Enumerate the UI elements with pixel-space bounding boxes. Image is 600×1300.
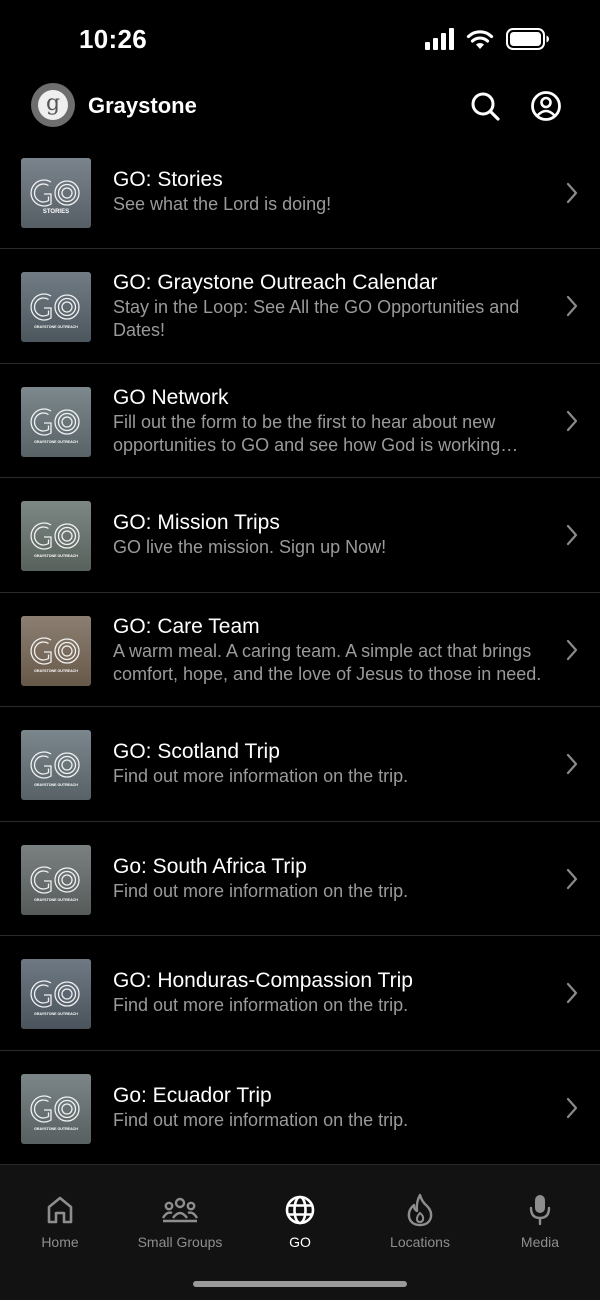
- battery-icon: [506, 28, 549, 50]
- logo-letter: g: [38, 90, 68, 120]
- search-button[interactable]: [469, 90, 501, 122]
- tab-label: Media: [520, 1234, 560, 1250]
- list-item[interactable]: GRAYSTONE OUTREACH Go: South Africa Trip F…: [0, 822, 600, 936]
- item-title: Go: South Africa Trip: [113, 854, 307, 878]
- chevron-right-icon: [566, 410, 578, 431]
- search-icon: [471, 92, 500, 121]
- cellular-signal-icon: [425, 28, 454, 50]
- thumb-caption: GRAYSTONE OUTREACH: [34, 898, 78, 902]
- item-thumbnail: GRAYSTONE OUTREACH: [21, 730, 91, 800]
- item-thumbnail: GRAYSTONE OUTREACH: [21, 615, 91, 686]
- item-title: GO: Stories: [113, 168, 223, 191]
- profile-button[interactable]: [530, 90, 562, 122]
- item-subtitle: Fill out the form to be the first to hea…: [113, 411, 501, 455]
- tab-small-groups[interactable]: Small Groups: [120, 1193, 240, 1250]
- item-thumbnail: GRAYSTONE OUTREACH: [21, 844, 91, 915]
- item-thumbnail: GRAYSTONE OUTREACH: [21, 386, 91, 457]
- thumb-caption: GRAYSTONE OUTREACH: [34, 440, 78, 444]
- chevron-right-icon: [566, 182, 578, 203]
- item-subtitle: See what the Lord is doing!: [113, 194, 332, 214]
- home-indicator: [193, 1281, 407, 1287]
- item-title: Go: Ecuador Trip: [113, 1083, 272, 1107]
- item-subtitle: Stay in the Loop: See All the GO Opportu…: [113, 297, 520, 340]
- chevron-right-icon: [566, 525, 578, 546]
- item-subtitle: Find out more information on the trip.: [113, 1109, 409, 1130]
- flame-icon: [407, 1193, 433, 1227]
- go-list: STORIES GO: Stories See what the Lord is d…: [0, 136, 600, 1165]
- item-text: GO Network Fill out the form to be the fi…: [113, 385, 542, 457]
- item-title: GO: Honduras-Compassion Trip: [113, 969, 413, 992]
- item-text: GO: Mission Trips GO live the mission. Si…: [113, 510, 542, 559]
- chevron-right-icon: [566, 983, 578, 1004]
- item-thumbnail: GRAYSTONE OUTREACH: [21, 501, 91, 571]
- item-thumbnail: GRAYSTONE OUTREACH: [21, 272, 91, 342]
- group-icon: [161, 1197, 199, 1223]
- wifi-icon: [466, 30, 494, 49]
- thumb-caption: GRAYSTONE OUTREACH: [34, 325, 78, 329]
- chevron-right-icon: [566, 1097, 578, 1118]
- profile-icon: [531, 91, 561, 121]
- globe-icon: [285, 1195, 315, 1225]
- item-title: GO Network: [113, 385, 229, 409]
- tab-home[interactable]: Home: [0, 1193, 120, 1250]
- item-text: GO: Scotland Trip Find out more informati…: [113, 739, 542, 788]
- app-title: Graystone: [88, 93, 197, 118]
- item-subtitle: GO live the mission. Sign up Now!: [113, 537, 387, 557]
- microphone-icon: [529, 1195, 551, 1226]
- tab-label: Small Groups: [137, 1234, 223, 1250]
- item-subtitle: Find out more information on the trip.: [113, 766, 409, 786]
- list-item[interactable]: GRAYSTONE OUTREACH GO Network Fill out the…: [0, 364, 600, 478]
- tab-media[interactable]: Media: [480, 1193, 600, 1250]
- item-text: GO: Graystone Outreach Calendar Stay in t…: [113, 270, 542, 342]
- item-thumbnail: STORIES: [21, 158, 91, 228]
- item-text: Go: South Africa Trip Find out more infor…: [113, 854, 542, 903]
- item-thumbnail: GRAYSTONE OUTREACH: [21, 959, 91, 1029]
- thumb-caption: GRAYSTONE OUTREACH: [34, 1012, 78, 1016]
- app-header: g Graystone: [0, 80, 600, 136]
- church-logo[interactable]: g: [31, 83, 75, 127]
- chevron-right-icon: [566, 754, 578, 775]
- item-title: GO: Mission Trips: [113, 511, 280, 534]
- item-thumbnail: GRAYSTONE OUTREACH: [21, 1073, 91, 1144]
- item-title: GO: Graystone Outreach Calendar: [113, 271, 438, 294]
- list-item[interactable]: GRAYSTONE OUTREACH GO: Graystone Outreach…: [0, 249, 600, 364]
- thumb-caption: GRAYSTONE OUTREACH: [34, 1127, 78, 1131]
- thumb-caption: GRAYSTONE OUTREACH: [34, 783, 78, 787]
- tab-bar: Home Small Groups GO Locations Media: [0, 1165, 600, 1300]
- list-item[interactable]: GRAYSTONE OUTREACH GO: Care Team A warm me…: [0, 593, 600, 707]
- item-subtitle: Find out more information on the trip.: [113, 880, 409, 901]
- status-bar: 10:26: [0, 0, 600, 80]
- status-icons: [425, 28, 550, 50]
- list-item[interactable]: STORIES GO: Stories See what the Lord is d…: [0, 136, 600, 249]
- home-icon: [47, 1196, 73, 1224]
- status-time: 10:26: [79, 24, 147, 54]
- chevron-right-icon: [566, 639, 578, 660]
- thumb-caption: GRAYSTONE OUTREACH: [34, 669, 78, 673]
- tab-label: GO: [289, 1234, 311, 1250]
- item-title: GO: Care Team: [113, 614, 260, 638]
- thumb-caption: STORIES: [43, 209, 69, 215]
- tab-label: Home: [41, 1234, 79, 1250]
- item-subtitle: Find out more information on the trip.: [113, 995, 409, 1015]
- item-text: GO: Care Team A warm meal. A caring team.…: [113, 614, 542, 686]
- list-item[interactable]: GRAYSTONE OUTREACH GO: Scotland Trip Find …: [0, 707, 600, 822]
- chevron-right-icon: [566, 296, 578, 317]
- list-item[interactable]: GRAYSTONE OUTREACH Go: Ecuador Trip Find o…: [0, 1051, 600, 1165]
- tab-go[interactable]: GO: [240, 1193, 360, 1250]
- item-text: Go: Ecuador Trip Find out more informatio…: [113, 1083, 542, 1132]
- thumb-caption: GRAYSTONE OUTREACH: [34, 554, 78, 558]
- item-title: GO: Scotland Trip: [113, 740, 280, 763]
- item-text: GO: Honduras-Compassion Trip Find out mor…: [113, 968, 542, 1017]
- list-item[interactable]: GRAYSTONE OUTREACH GO: Honduras-Compassio…: [0, 936, 600, 1051]
- item-subtitle: A warm meal. A caring team. A simple act…: [113, 640, 542, 684]
- tab-label: Locations: [390, 1234, 450, 1250]
- list-item[interactable]: GRAYSTONE OUTREACH GO: Mission Trips GO li…: [0, 478, 600, 593]
- chevron-right-icon: [566, 868, 578, 889]
- item-text: GO: Stories See what the Lord is doing!: [113, 167, 542, 216]
- tab-locations[interactable]: Locations: [360, 1193, 480, 1250]
